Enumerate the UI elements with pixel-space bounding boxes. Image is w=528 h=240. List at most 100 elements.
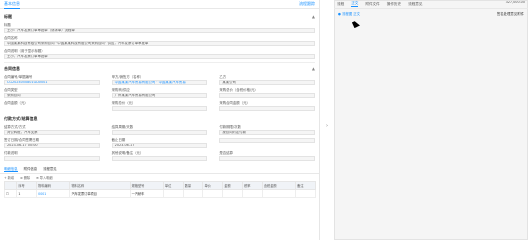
section-contract: 合同信息 ▲ [4,66,315,72]
field-label: 合同类型 [4,88,18,92]
flowchart-link[interactable]: ● 流程图 正文 [338,11,360,16]
toolbar-button[interactable]: ⊕ 导入明细 [36,175,52,180]
form-field: 标题 王小：汽车发票订单审批单（请求单）流程单 [4,22,315,33]
form-row: 签订日期/合同签署日期 2023-06-17 00:00 截止日期 2023-06-1… [4,137,316,150]
form-field: 采购总价（含税价格/元） [219,87,316,100]
column-header [3,181,18,190]
field-label: 截止日期 [111,138,126,142]
field-input[interactable]: 王小，汽车发票订单审批单 [4,54,315,59]
expand-panel-icon[interactable]: › [326,123,328,129]
form-row: 结算方式/方式 对公转账，汽车支票 结算周期/天数 付款期限/次数 按合同约定付款 [4,124,316,137]
field-input[interactable]: 对公转账，汽车支票 [4,130,100,135]
right-tab[interactable]: 流程 [337,2,344,7]
field-label: 结算方式/方式 [4,125,26,129]
table-cell: 1 [16,189,38,198]
form-panel: 基本信息 流程跟踪 标题 ▲ 标题 王小：汽车发票订单审批单（请求单）流程单 合同名… [0,0,528,240]
field-input[interactable]: 按合同约定付款 [219,130,316,135]
table-cell [261,189,297,198]
field-label: 合同金额（元） [4,101,28,105]
table-cell [162,189,184,198]
field-label: 采购商/供应 [111,88,130,92]
form-field [219,137,316,150]
section-title: 标题 ▲ [4,14,315,20]
sign-opinion-label: 签名处理意见附件 [496,12,524,16]
column-header: 物料编码 [36,181,71,190]
table-cell [222,189,244,198]
form-field: 其他说明/备注（元） [111,150,208,163]
field-label: 合同编号/单据编号 [4,75,33,79]
column-header: 含税金额 [261,181,297,190]
toolbar-button[interactable]: + 新增 [4,175,14,180]
field-input[interactable] [111,130,208,135]
field-label: 是否结算 [219,151,233,155]
detail-table: 序号 物料编码 物料名称 规格型号 单位 数量 单价 金额 税率 含税金额 备注 ☐ 1 0001 汽车发… [3,181,316,198]
form-field: 是否结算 [219,150,316,163]
section-contract-label: 合同信息 [4,66,20,71]
toolbar-button[interactable]: ⊗ 删除 [20,175,30,180]
table-cell[interactable]: ☐ [3,189,18,198]
column-header: 规格型号 [129,181,164,190]
detail-tab[interactable]: 流程意见 [43,166,57,172]
form-row: 合同编号/单据编号 CG2024050801GD0001 甲方/销售方（名称） 中国某… [4,74,316,87]
table-cell: 一汽轿车 [129,189,164,198]
form-field: 付款说明 [4,150,100,163]
form-field: 结算周期/天数 [111,124,208,137]
form-field: 采购总价（元） [111,100,208,113]
field-label: 合同名称 [4,36,18,40]
field-input[interactable] [219,93,316,98]
detail-tab[interactable]: 明细信息 [4,166,18,172]
field-input[interactable] [219,106,316,111]
field-label: 合同说明（用于显示标题） [4,49,45,53]
field-input[interactable]: 采购合同 [4,93,100,98]
column-header: 备注 [295,181,316,190]
right-panel: 流程 正文 附件文件 操作历史 流程意见 ● 流程图 正文 签名处理意见附件 [334,0,528,240]
field-label: 标题 [4,23,11,27]
right-tab[interactable]: 正文 [351,1,359,7]
field-input[interactable] [4,156,100,161]
field-input[interactable]: 中国某某科技有限公司采购合同 “中国某某科技有限公司采购合同” 供应，汽车发票订… [4,41,315,46]
field-input[interactable]: 中国某某汽车贸易有限公司 · 中国某某汽车贸易 [111,80,208,85]
right-tab[interactable]: 附件文件 [365,2,379,7]
table-cell: 0001 [36,189,71,198]
form-row: 付款说明 其他说明/备注（元） 是否结算 [4,150,316,163]
collapse-icon[interactable]: ▲ [312,66,315,72]
column-header: 税率 [242,181,263,190]
form-field: 截止日期 2023-06-17 [111,137,208,150]
form-field: 采购商/供应 广州某某汽车贸易有限公司 [111,87,208,100]
collapse-icon[interactable]: ▲ [312,14,315,20]
column-header: 序号 [16,181,38,190]
table-row[interactable]: ☐ 1 0001 汽车发票订单项目 一汽轿车 [3,189,316,198]
tab-basic-info[interactable]: 基本信息 [4,0,20,9]
right-tab[interactable]: 操作历史 [387,2,401,7]
field-input[interactable]: 王小：汽车发票订单审批单（请求单）流程单 [4,28,315,33]
field-input[interactable]: CG2024050801GD0001 [4,80,100,85]
column-header: 单位 [162,181,184,190]
field-input[interactable]: 广州某某汽车贸易有限公司 [111,93,208,98]
form-field: 合同说明（用于显示标题） 王小，汽车发票订单审批单 [4,48,315,59]
field-label: 结算周期/天数 [111,125,134,129]
field-label: 采购总价（含税价格/元） [219,88,258,92]
form-field: 采购合同金额（元） [219,100,316,113]
detail-toolbar: + 新增 ⊗ 删除 ⊕ 导入明细 [0,174,319,181]
field-input[interactable] [219,138,316,143]
field-label: 采购合同金额（元） [219,101,250,105]
section-title-label: 标题 [4,14,12,19]
section-payment-label: 付款方式/结算信息 [4,116,38,121]
field-input[interactable] [111,106,208,111]
form-field: 甲方/销售方（名称） 中国某某汽车贸易有限公司 · 中国某某汽车贸易 [111,74,208,87]
field-label: 甲方/销售方（名称） [111,75,144,79]
form-row: 合同类型 采购合同 采购商/供应 广州某某汽车贸易有限公司 采购总价（含税价格/元） [4,87,316,100]
field-input[interactable]: 2023-06-17 00:00 [4,143,100,148]
field-label: 签订日期/合同签署日期 [4,138,40,142]
detail-tab[interactable]: 附件信息 [24,166,38,172]
process-tracking-link[interactable]: 流程跟踪 [299,1,315,7]
field-label: 其他说明/备注（元） [111,151,144,155]
right-tab[interactable]: 流程意见 [408,2,422,7]
field-input[interactable] [111,156,208,161]
field-label: 乙方 [219,75,227,79]
field-input[interactable] [219,156,316,161]
field-input[interactable]: 某某公司 [219,80,316,85]
table-cell [202,189,224,198]
field-input[interactable]: 2023-06-17 [111,143,208,148]
payment-grid: 结算方式/方式 对公转账，汽车支票 结算周期/天数 付款期限/次数 按合同约定付款 签订日… [4,124,316,163]
